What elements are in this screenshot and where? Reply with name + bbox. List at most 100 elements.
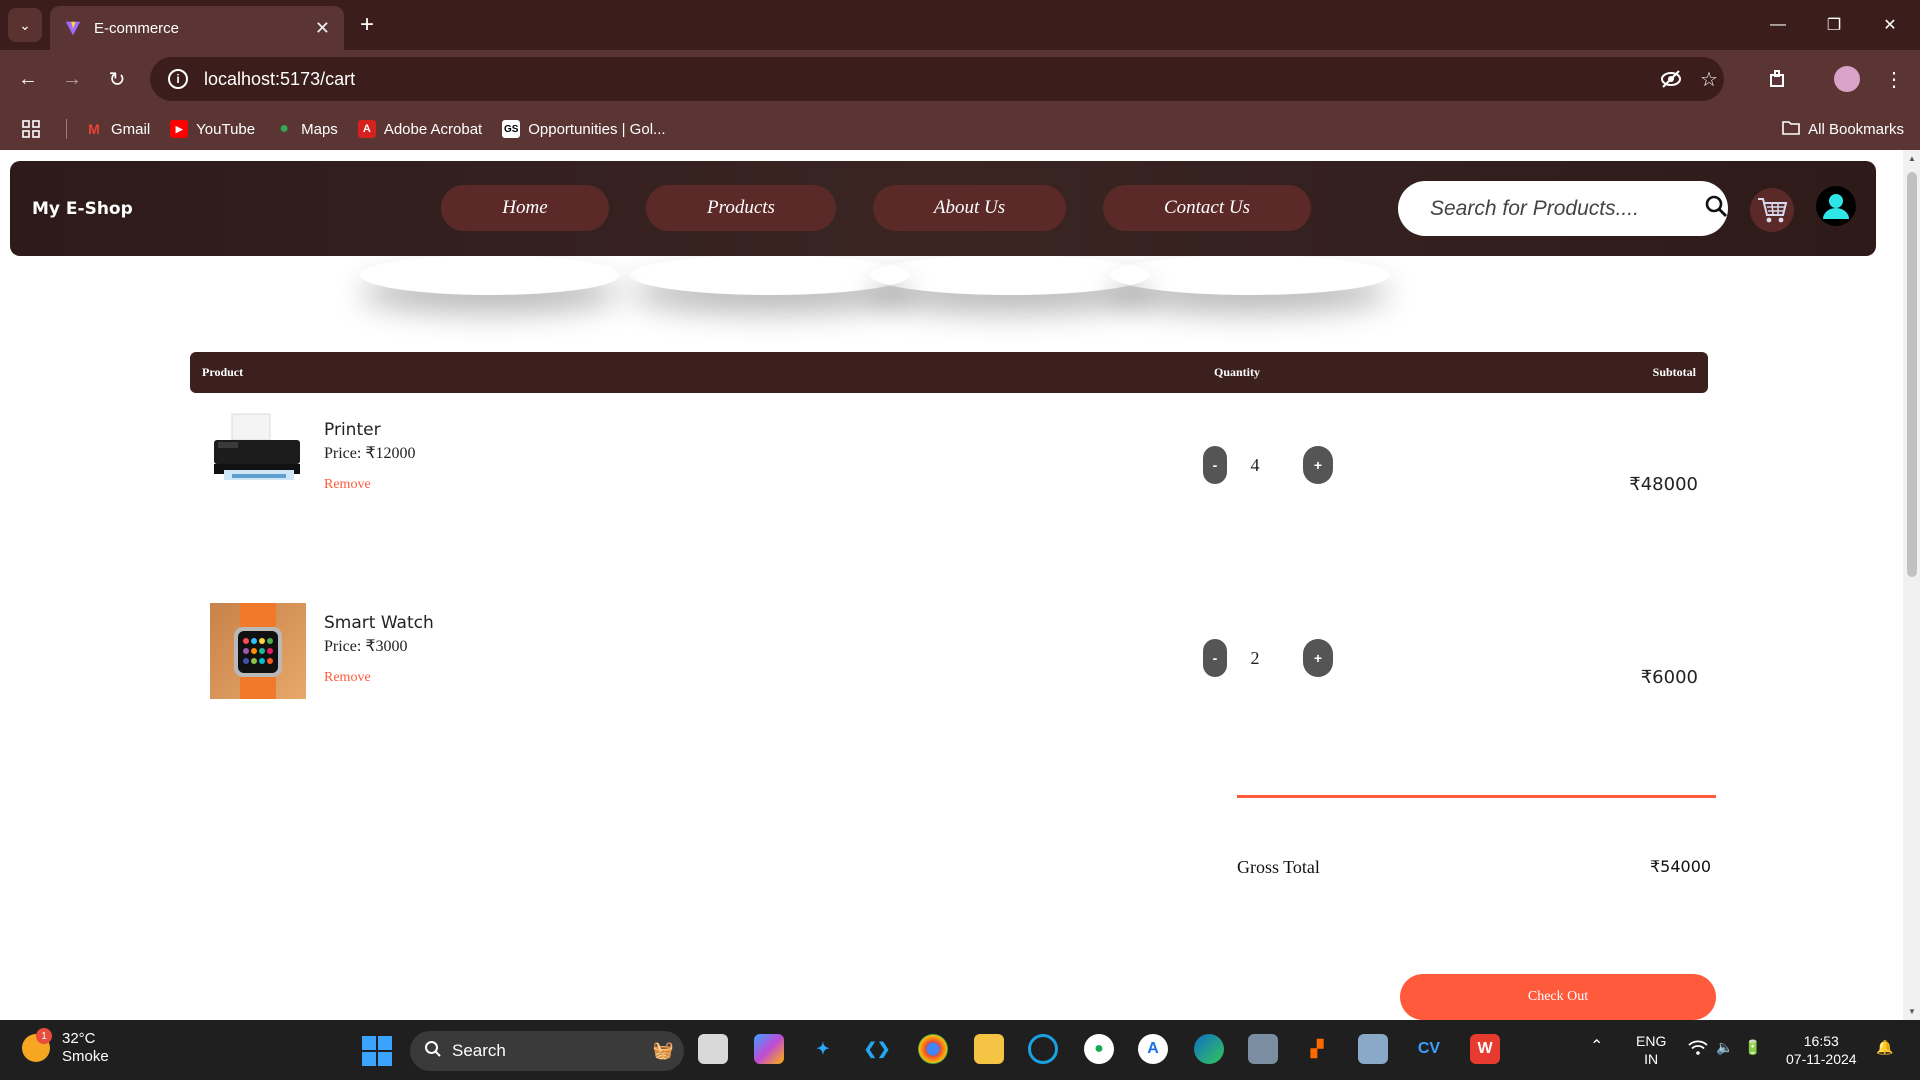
windows-taskbar: 1 32°C Smoke Search 🧺 ✦ ❮❯ ● A ▞ CV W ⌃ … [0, 1020, 1920, 1080]
apps-grid-icon[interactable] [22, 120, 40, 138]
app-gallery-icon[interactable] [1358, 1034, 1388, 1064]
minimize-button[interactable]: — [1758, 10, 1798, 40]
back-arrow-icon[interactable]: ← [12, 63, 44, 95]
browser-tab[interactable]: E-commerce ✕ [50, 6, 344, 50]
bookmark-opportunities[interactable]: GS Opportunities | Gol... [502, 120, 666, 138]
profile-avatar[interactable] [1834, 63, 1860, 95]
menu-kebab-icon[interactable]: ⋮ [1884, 63, 1904, 95]
remove-link[interactable]: Remove [324, 670, 371, 686]
taskbar-search-label: Search [452, 1041, 506, 1060]
weather-widget[interactable]: 1 32°C Smoke [22, 1028, 109, 1066]
date: 07-11-2024 [1786, 1051, 1857, 1067]
scrollbar-thumb[interactable] [1907, 172, 1917, 577]
close-window-button[interactable]: ✕ [1870, 10, 1910, 40]
item-price: Price: ₹12000 [324, 445, 416, 462]
column-product: Product [202, 365, 244, 379]
vite-favicon-icon [65, 21, 81, 36]
cortana-icon[interactable] [1028, 1034, 1058, 1064]
gs-icon: GS [502, 120, 521, 138]
smartwatch-image [210, 603, 306, 699]
search-icon [424, 1040, 442, 1063]
increase-qty-button[interactable]: + [1303, 446, 1333, 484]
time: 16:53 [1803, 1033, 1839, 1049]
item-subtotal: ₹6000 [1640, 667, 1698, 688]
column-subtotal: Subtotal [1652, 365, 1696, 379]
show-hidden-icons-chevron-icon[interactable]: ⌃ [1590, 1038, 1603, 1056]
bookmark-label: Maps [301, 120, 338, 138]
bookmark-youtube[interactable]: ▶ YouTube [170, 120, 255, 138]
app-bird-icon[interactable]: ✦ [808, 1034, 838, 1064]
file-explorer-icon[interactable] [974, 1034, 1004, 1064]
extensions-icon[interactable] [1768, 63, 1788, 95]
task-view-icon[interactable] [698, 1034, 728, 1064]
language-indicator[interactable]: ENG IN [1636, 1032, 1666, 1068]
increase-qty-button[interactable]: + [1303, 639, 1333, 677]
column-quantity: Quantity [1214, 365, 1261, 379]
app-a-icon[interactable]: A [1138, 1034, 1168, 1064]
all-bookmarks-label: All Bookmarks [1808, 120, 1904, 138]
new-tab-button[interactable]: + [352, 10, 382, 40]
forward-arrow-icon[interactable]: → [56, 63, 88, 95]
wps-office-icon[interactable]: W [1470, 1034, 1500, 1064]
battery-icon[interactable]: 🔋 [1744, 1038, 1761, 1056]
decrease-qty-button[interactable]: - [1203, 446, 1227, 484]
item-name: Smart Watch [324, 613, 434, 633]
cart-item-smart-watch: Smart Watch Price: ₹3000 Remove - 2 + ₹6… [190, 603, 1708, 723]
bookmark-label: YouTube [196, 120, 256, 138]
edge-icon[interactable] [1194, 1034, 1224, 1064]
acrobat-icon: A [357, 120, 376, 138]
bookmark-gmail[interactable]: M Gmail [85, 120, 150, 138]
taskbar-search[interactable]: Search 🧺 [410, 1031, 684, 1071]
brand-logo[interactable]: My E-Shop [32, 199, 133, 219]
restore-button[interactable]: ❐ [1814, 10, 1854, 40]
scroll-down-icon[interactable]: ▼ [1907, 1007, 1917, 1016]
camera-icon[interactable] [1248, 1034, 1278, 1064]
cart-table-header: Product Quantity Subtotal [190, 352, 1708, 393]
user-account-icon[interactable] [1816, 186, 1856, 226]
mongodb-icon[interactable]: ● [1084, 1034, 1114, 1064]
nav-contact-us[interactable]: Contact Us [1103, 185, 1311, 231]
page-viewport: My E-Shop Home Products About Us Contact… [0, 150, 1903, 1020]
temperature: 32°C [62, 1030, 96, 1047]
tab-close-icon[interactable]: ✕ [315, 18, 330, 39]
bookmark-label: Adobe Acrobat [383, 120, 483, 138]
youtube-icon: ▶ [170, 120, 189, 138]
app-cv-icon[interactable]: CV [1414, 1034, 1444, 1064]
browser-toolbar: ← → ↻ i localhost:5173/cart ☆ ⋮ [0, 50, 1920, 108]
vscode-icon[interactable]: ❮❯ [862, 1034, 892, 1064]
clock[interactable]: 16:53 07-11-2024 [1786, 1032, 1857, 1068]
notifications-bell-icon[interactable]: 🔔 [1876, 1038, 1893, 1056]
eye-off-icon[interactable] [1660, 57, 1682, 101]
reload-icon[interactable]: ↻ [101, 63, 133, 95]
item-subtotal: ₹48000 [1629, 474, 1698, 495]
bookmark-maps[interactable]: ● Maps [275, 120, 338, 138]
cart-item-printer: Printer Price: ₹12000 Remove - 4 + ₹4800… [190, 410, 1708, 530]
nav-home[interactable]: Home [441, 185, 609, 231]
tab-search-chevron-icon[interactable]: ⌄ [8, 8, 42, 42]
search-icon[interactable] [1704, 194, 1728, 223]
nav-about-us[interactable]: About Us [873, 185, 1066, 231]
gross-total-label: Gross Total [1237, 857, 1320, 877]
postman-icon[interactable]: ▞ [1302, 1034, 1332, 1064]
url-text[interactable]: localhost:5173/cart [204, 69, 355, 90]
wifi-icon[interactable] [1688, 1040, 1708, 1060]
address-bar[interactable]: i localhost:5173/cart ☆ [150, 57, 1724, 101]
cart-icon[interactable] [1750, 188, 1794, 232]
checkout-button[interactable]: Check Out [1400, 974, 1716, 1020]
bookmark-star-icon[interactable]: ☆ [1700, 57, 1718, 101]
chrome-icon[interactable] [918, 1034, 948, 1064]
nav-products[interactable]: Products [646, 185, 836, 231]
decrease-qty-button[interactable]: - [1203, 639, 1227, 677]
windows-start-icon[interactable] [362, 1036, 392, 1066]
remove-link[interactable]: Remove [324, 477, 371, 493]
search-input[interactable] [1430, 196, 1704, 221]
scroll-up-icon[interactable]: ▲ [1907, 154, 1917, 163]
search-highlight-icon: 🧺 [652, 1041, 674, 1060]
volume-icon[interactable]: 🔈 [1716, 1038, 1733, 1056]
bookmark-adobe-acrobat[interactable]: A Adobe Acrobat [357, 120, 483, 138]
site-info-icon[interactable]: i [168, 69, 188, 89]
page-scrollbar[interactable]: ▲ ▼ [1903, 150, 1920, 1020]
copilot-icon[interactable] [754, 1034, 784, 1064]
all-bookmarks-button[interactable]: All Bookmarks [1782, 108, 1904, 150]
bookmark-label: Opportunities | Gol... [528, 120, 666, 138]
